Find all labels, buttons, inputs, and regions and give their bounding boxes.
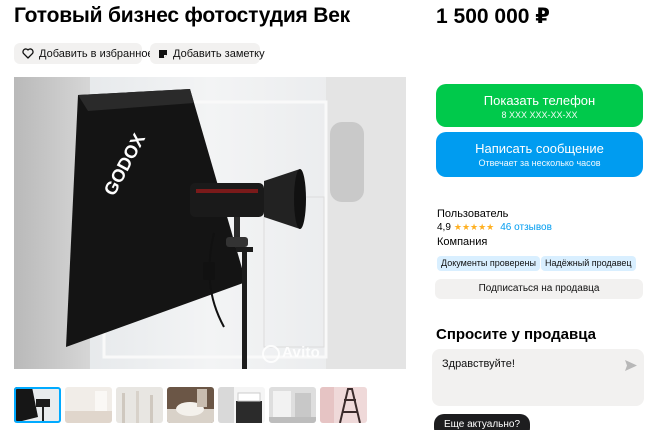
write-message-button[interactable]: Написать сообщение Отвечает за несколько… [436,132,643,177]
avito-watermark: Avito [282,344,320,361]
ask-message-text: Здравствуйте! [442,358,515,370]
add-favorite-label: Добавить в избранное [39,47,154,60]
heart-icon [22,48,34,59]
rating-value: 4,9 [437,222,451,233]
seller-type: Компания [437,236,488,248]
write-message-label: Написать сообщение [475,141,604,156]
quick-reply-button[interactable]: Еще актуально? [434,414,531,430]
thumbnail-4[interactable] [167,387,214,423]
add-note-label: Добавить заметку [173,47,265,60]
show-phone-button[interactable]: Показать телефон 8 XXX XXX-XX-XX [436,84,643,127]
seller-rating: 4,9 ★★★★★ 46 отзывов [437,222,552,233]
add-favorite-button[interactable]: Добавить в избранное [14,43,154,64]
badge-documents-verified[interactable]: Документы проверены [437,256,540,271]
phone-masked: 8 XXX XXX-XX-XX [501,110,578,120]
reply-time: Отвечает за несколько часов [478,158,601,168]
reviews-link[interactable]: 46 отзывов [500,222,552,233]
listing-title: Готовый бизнес фотостудия Век [14,4,350,27]
main-photo[interactable]: GODOX Avito [14,77,406,369]
thumbnail-2[interactable] [65,387,112,423]
thumbnail-3[interactable] [116,387,163,423]
subscribe-button[interactable]: Подписаться на продавца [435,279,643,299]
send-icon[interactable] [625,358,637,376]
note-icon [158,49,168,59]
thumbnail-1[interactable] [14,387,61,423]
seller-name[interactable]: Пользователь [437,208,508,220]
listing-price: 1 500 000 ₽ [436,5,550,28]
thumbnail-strip [14,387,367,423]
add-note-button[interactable]: Добавить заметку [150,43,265,64]
rating-stars-icon: ★★★★★ [453,222,495,232]
badge-reliable-seller[interactable]: Надёжный продавец [541,256,636,271]
thumbnail-7[interactable] [320,387,367,423]
ask-seller-title: Спросите у продавца [436,326,596,343]
ask-message-input[interactable]: Здравствуйте! [432,349,644,406]
thumbnail-6[interactable] [269,387,316,423]
show-phone-label: Показать телефон [483,93,596,108]
thumbnail-5[interactable] [218,387,265,423]
